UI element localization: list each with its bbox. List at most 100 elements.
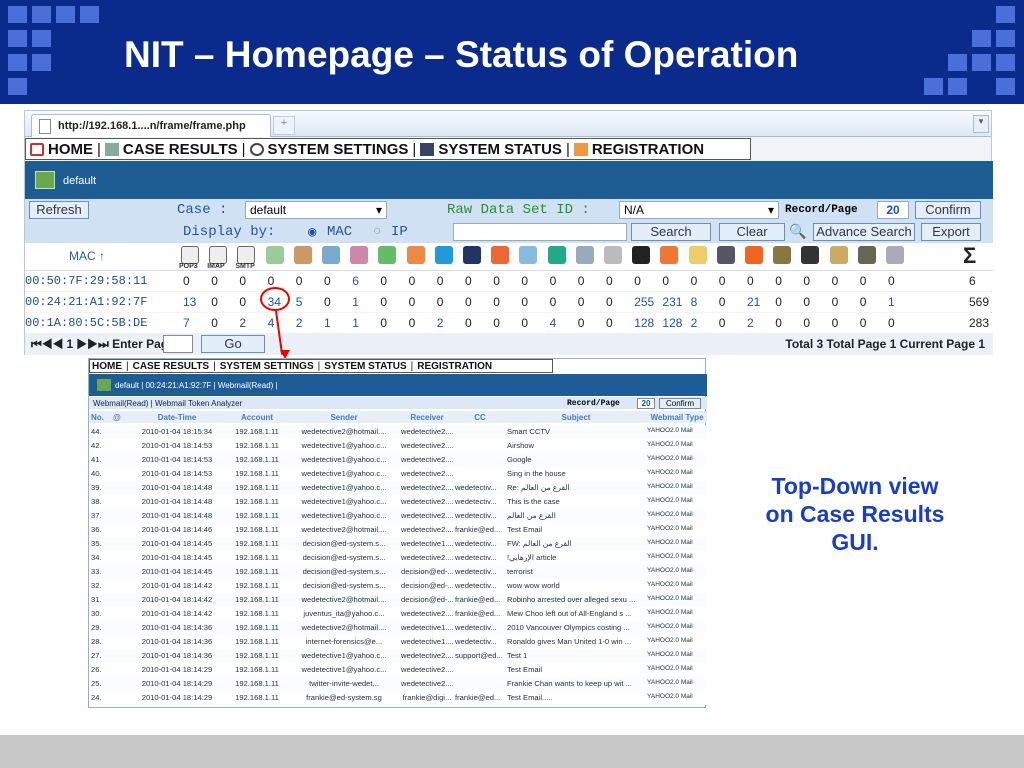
- inner-table-row[interactable]: 27. 2010-01-04 18:14:36 192.168.1.11 wedete…: [89, 649, 707, 663]
- nav-home[interactable]: HOME: [48, 141, 93, 158]
- protocol-icon-13[interactable]: [519, 246, 538, 264]
- count-cell[interactable]: 1: [352, 316, 359, 330]
- count-cell[interactable]: 21: [747, 295, 760, 309]
- inner-column-header[interactable]: Receiver: [401, 413, 453, 422]
- protocol-icon-8[interactable]: [378, 246, 397, 264]
- count-cell[interactable]: 8: [691, 295, 698, 309]
- mac-address[interactable]: 00:24:21:A1:92:7F: [25, 295, 147, 309]
- inner-table-row[interactable]: 37. 2010-01-04 18:14:48 192.168.1.11 wedete…: [89, 509, 707, 523]
- count-cell[interactable]: 2: [437, 316, 444, 330]
- search-input[interactable]: [453, 223, 627, 241]
- inner-table-row[interactable]: 38. 2010-01-04 18:14:48 192.168.1.11 wedete…: [89, 495, 707, 509]
- protocol-icon-1[interactable]: [181, 246, 199, 264]
- protocol-icon-4[interactable]: [265, 246, 284, 264]
- inner-column-header[interactable]: No.: [91, 413, 111, 422]
- mac-address[interactable]: 00:50:7F:29:58:11: [25, 274, 147, 288]
- count-cell[interactable]: 2: [296, 316, 303, 330]
- protocol-icon-6[interactable]: [322, 246, 340, 264]
- protocol-icon-7[interactable]: [350, 246, 369, 264]
- table-row[interactable]: 00:24:21:A1:92:7F 13 0 0 34 5 0 1 0 0 0 0 0 0 0 0 0 255 23…: [25, 292, 993, 312]
- protocol-icon-19[interactable]: [688, 246, 707, 264]
- confirm-button[interactable]: Confirm: [915, 201, 981, 219]
- count-cell[interactable]: 5: [296, 295, 303, 309]
- protocol-icon-14[interactable]: [547, 246, 566, 264]
- inner-table-row[interactable]: 40. 2010-01-04 18:14:53 192.168.1.11 wedete…: [89, 467, 707, 481]
- protocol-icon-10[interactable]: [434, 246, 453, 264]
- clear-button[interactable]: Clear: [719, 223, 785, 241]
- inner-column-header[interactable]: Subject: [507, 413, 645, 422]
- nav-case-results[interactable]: CASE RESULTS: [123, 141, 238, 158]
- inner-table-row[interactable]: 29. 2010-01-04 18:14:36 192.168.1.11 wedete…: [89, 621, 707, 635]
- count-cell[interactable]: 4: [550, 316, 557, 330]
- inner-table-row[interactable]: 44. 2010-01-04 18:15:34 192.168.1.11 wedete…: [89, 425, 707, 439]
- pager-nav[interactable]: ⏮◀◀ 1 ▶▶⏭ Enter Page: [31, 337, 175, 352]
- count-cell[interactable]: 4: [268, 316, 275, 330]
- count-cell[interactable]: 2: [747, 316, 754, 330]
- inner-table-row[interactable]: 41. 2010-01-04 18:14:53 192.168.1.11 wedete…: [89, 453, 707, 467]
- protocol-icon-21[interactable]: [745, 246, 763, 264]
- table-row[interactable]: 00:50:7F:29:58:11 0 0 0 0 0 0 6 0 0 0 0 0 0 0 0 0 0 0 0 0 0 0 0…: [25, 271, 993, 291]
- nav-registration[interactable]: REGISTRATION: [592, 141, 704, 158]
- protocol-icon-23[interactable]: [801, 246, 820, 264]
- inner-table-row[interactable]: 30. 2010-01-04 18:14:42 192.168.1.11 juvent…: [89, 607, 707, 621]
- inner-nav-case[interactable]: CASE RESULTS: [133, 361, 210, 372]
- page-input[interactable]: [163, 335, 193, 353]
- inner-column-header[interactable]: Webmail Type: [647, 413, 707, 422]
- count-cell[interactable]: 13: [183, 295, 196, 309]
- inner-table-row[interactable]: 28. 2010-01-04 18:14:36 192.168.1.11 intern…: [89, 635, 707, 649]
- protocol-icon-22[interactable]: [773, 246, 792, 264]
- inner-column-header[interactable]: Account: [227, 413, 287, 422]
- inner-table-row[interactable]: 24. 2010-01-04 18:14:29 192.168.1.11 franki…: [89, 691, 707, 705]
- mac-column-header[interactable]: MAC ↑: [69, 249, 105, 263]
- nav-system-status[interactable]: SYSTEM STATUS: [438, 141, 562, 158]
- inner-table-row[interactable]: 35. 2010-01-04 18:14:45 192.168.1.11 decisi…: [89, 537, 707, 551]
- inner-column-header[interactable]: CC: [455, 413, 505, 422]
- count-cell[interactable]: 231: [662, 295, 682, 309]
- inner-record-input[interactable]: 20: [637, 398, 655, 409]
- tab-scroll-button[interactable]: ▾: [973, 115, 989, 133]
- count-cell[interactable]: 255: [634, 295, 654, 309]
- inner-table-row[interactable]: 31. 2010-01-04 18:14:42 192.168.1.11 wedete…: [89, 593, 707, 607]
- protocol-icon-5[interactable]: [293, 246, 312, 264]
- inner-nav-system[interactable]: SYSTEM SETTINGS: [220, 361, 314, 372]
- inner-table-row[interactable]: 36. 2010-01-04 18:14:46 192.168.1.11 wedete…: [89, 523, 707, 537]
- search-button[interactable]: Search: [631, 223, 711, 241]
- new-tab-button[interactable]: +: [273, 116, 295, 135]
- protocol-icon-17[interactable]: [632, 246, 651, 264]
- table-row[interactable]: 00:1A:80:5C:5B:DE 7 0 2 4 2 1 1 0 0 2 0 0 0 4 0 0 128 128 2…: [25, 313, 993, 333]
- count-cell[interactable]: 2: [691, 316, 698, 330]
- count-cell[interactable]: 128: [634, 316, 654, 330]
- mac-address[interactable]: 00:1A:80:5C:5B:DE: [25, 316, 147, 330]
- count-cell[interactable]: 6: [352, 274, 359, 288]
- protocol-icon-9[interactable]: [406, 246, 425, 264]
- inner-table-row[interactable]: 33. 2010-01-04 18:14:45 192.168.1.11 decisi…: [89, 565, 707, 579]
- protocol-icon-24[interactable]: [829, 246, 848, 264]
- inner-table-row[interactable]: 39. 2010-01-04 18:14:48 192.168.1.11 wedete…: [89, 481, 707, 495]
- protocol-icon-2[interactable]: [209, 246, 228, 264]
- browser-tab[interactable]: http://192.168.1....n/frame/frame.php: [31, 114, 271, 137]
- inner-table-row[interactable]: 26. 2010-01-04 18:14:29 192.168.1.11 wedete…: [89, 663, 707, 677]
- go-button[interactable]: Go: [201, 335, 265, 353]
- inner-confirm-button[interactable]: Confirm: [659, 398, 701, 409]
- protocol-icon-26[interactable]: [886, 246, 904, 264]
- count-cell[interactable]: 2: [239, 316, 246, 330]
- protocol-icon-18[interactable]: [660, 246, 679, 264]
- inner-table-row[interactable]: 32. 2010-01-04 18:14:42 192.168.1.11 decisi…: [89, 579, 707, 593]
- case-label[interactable]: default: [63, 175, 96, 187]
- inner-breadcrumb[interactable]: default | 00:24:21:A1:92:7F | Webmail(Re…: [115, 381, 278, 390]
- protocol-icon-12[interactable]: [491, 246, 510, 264]
- inner-nav-status[interactable]: SYSTEM STATUS: [324, 361, 406, 372]
- inner-column-header[interactable]: Sender: [289, 413, 399, 422]
- case-select[interactable]: default ▾: [245, 201, 387, 219]
- count-cell[interactable]: 128: [662, 316, 682, 330]
- export-button[interactable]: Export: [921, 223, 981, 241]
- protocol-icon-15[interactable]: [575, 246, 594, 264]
- mac-radio-icon[interactable]: ◉: [308, 224, 316, 241]
- inner-table-row[interactable]: 42. 2010-01-04 18:14:53 192.168.1.11 wedete…: [89, 439, 707, 453]
- count-cell[interactable]: 1: [888, 295, 895, 309]
- inner-table-row[interactable]: 25. 2010-01-04 18:14:29 192.168.1.11 twitte…: [89, 677, 707, 691]
- protocol-icon-25[interactable]: [857, 246, 876, 264]
- protocol-icon-11[interactable]: [463, 246, 481, 264]
- inner-table-row[interactable]: 34. 2010-01-04 18:14:45 192.168.1.11 decisi…: [89, 551, 707, 565]
- refresh-button[interactable]: Refresh: [29, 201, 89, 219]
